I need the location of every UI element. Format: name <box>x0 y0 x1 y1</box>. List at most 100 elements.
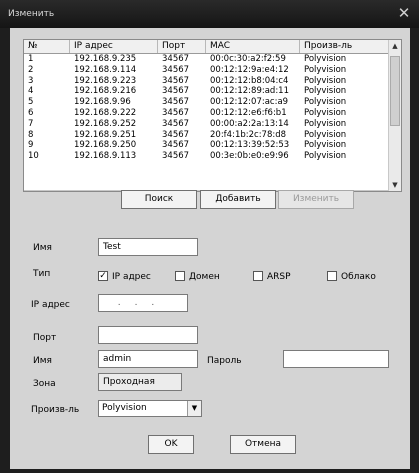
vertical-scrollbar[interactable]: ▲ ▼ <box>388 40 401 191</box>
table-row[interactable]: 1 192.168.9.235 34567 00:0c:30:a2:f2:59 Poly… <box>24 54 389 65</box>
zone-label: Зона <box>33 379 56 389</box>
chevron-down-icon[interactable]: ▼ <box>187 401 201 416</box>
table-cell: Polyvision <box>304 129 347 140</box>
port-field[interactable] <box>98 326 198 344</box>
table-cell: 34567 <box>162 86 190 97</box>
table-cell: Polyvision <box>304 140 347 151</box>
column-header-number[interactable]: № <box>24 40 70 53</box>
table-cell: 34567 <box>162 64 190 75</box>
table-cell: 34567 <box>162 97 190 108</box>
table-row[interactable]: 10 192.168.9.113 34567 00:3e:0b:e0:e9:96 Pol… <box>24 151 389 162</box>
column-header-vendor[interactable]: Произв-ль <box>300 40 389 53</box>
table-cell: 34567 <box>162 107 190 118</box>
table-row[interactable]: 2 192.168.9.114 34567 00:12:12:9a:e4:12 Poly… <box>24 65 389 76</box>
table-cell: 6 <box>28 107 34 118</box>
table-row[interactable]: 3 192.168.9.223 34567 00:12:12:b8:04:c4 Poly… <box>24 76 389 87</box>
add-button[interactable]: Добавить <box>200 190 276 209</box>
vendor-select-value: Polyvision <box>102 403 147 413</box>
window-title: Изменить <box>8 9 55 19</box>
table-cell: 10 <box>28 151 39 162</box>
zone-field[interactable]: Проходная <box>98 373 182 391</box>
vendor-label: Произв-ль <box>31 405 80 415</box>
ip-label: IP адрес <box>31 300 70 310</box>
type-arsp-label: ARSP <box>267 272 291 282</box>
type-domain-label: Домен <box>189 272 220 282</box>
edit-dialog: Изменить ✕ № IP адрес Порт MAC Произв-ль… <box>0 0 419 473</box>
list-rows: 1 192.168.9.235 34567 00:0c:30:a2:f2:59 Poly… <box>24 54 389 162</box>
table-cell: 192.168.9.250 <box>74 140 137 151</box>
table-cell: 34567 <box>162 151 190 162</box>
title-bar[interactable]: Изменить ✕ <box>0 0 419 28</box>
checkmark-icon: ✓ <box>98 271 108 281</box>
table-cell: 00:3e:0b:e0:e9:96 <box>210 151 289 162</box>
password-field[interactable] <box>283 350 389 368</box>
table-cell: 192.168.9.235 <box>74 54 137 64</box>
password-label: Пароль <box>207 356 242 366</box>
arrow-up-icon[interactable]: ▲ <box>389 40 401 52</box>
table-cell: 4 <box>28 86 34 97</box>
table-cell: Polyvision <box>304 118 347 129</box>
cancel-button[interactable]: Отмена <box>230 435 296 454</box>
table-cell: Polyvision <box>304 54 347 64</box>
table-cell: 5 <box>28 97 34 108</box>
table-cell: 00:12:13:39:52:53 <box>210 140 290 151</box>
edit-button[interactable]: Изменить <box>278 190 354 209</box>
table-cell: 00:00:a2:2a:13:14 <box>210 118 289 129</box>
username-field[interactable]: admin <box>98 350 198 368</box>
table-cell: Polyvision <box>304 64 347 75</box>
vendor-select[interactable]: Polyvision ▼ <box>98 400 202 417</box>
table-cell: 34567 <box>162 140 190 151</box>
table-cell: 192.168.9.216 <box>74 86 137 97</box>
table-row[interactable]: 4 192.168.9.216 34567 00:12:12:89:ad:11 Poly… <box>24 86 389 97</box>
arrow-down-icon[interactable]: ▼ <box>389 179 401 191</box>
ip-address-field[interactable]: ... <box>98 294 188 312</box>
type-label: Тип <box>33 269 51 279</box>
table-cell: 192.168.9.114 <box>74 64 137 75</box>
ok-button[interactable]: OK <box>148 435 194 454</box>
column-header-ip[interactable]: IP адрес <box>70 40 158 53</box>
table-cell: 20:f4:1b:2c:78:d8 <box>210 129 287 140</box>
table-cell: 192.168.9.222 <box>74 107 137 118</box>
checkbox-box <box>175 271 185 281</box>
name-label: Имя <box>33 243 52 253</box>
device-list[interactable]: № IP адрес Порт MAC Произв-ль 1 192.168.9… <box>23 39 402 192</box>
scrollbar-thumb[interactable] <box>390 56 400 126</box>
table-cell: Polyvision <box>304 97 347 108</box>
table-row[interactable]: 5 192.168.9.96 34567 00:12:12:07:ac:a9 Polyv… <box>24 97 389 108</box>
table-cell: 192.168.9.223 <box>74 75 137 86</box>
checkbox-box <box>253 271 263 281</box>
table-cell: 2 <box>28 64 34 75</box>
table-cell: 8 <box>28 129 34 140</box>
table-cell: 1 <box>28 54 34 64</box>
column-header-port[interactable]: Порт <box>158 40 206 53</box>
list-header: № IP адрес Порт MAC Произв-ль <box>24 40 389 54</box>
table-row[interactable]: 9 192.168.9.250 34567 00:12:13:39:52:53 Poly… <box>24 140 389 151</box>
username-label: Имя <box>33 356 52 366</box>
table-cell: 34567 <box>162 75 190 86</box>
table-cell: 00:12:12:89:ad:11 <box>210 86 290 97</box>
table-cell: 34567 <box>162 129 190 140</box>
table-cell: Polyvision <box>304 75 347 86</box>
table-cell: 00:0c:30:a2:f2:59 <box>210 54 286 64</box>
column-header-mac[interactable]: MAC <box>206 40 300 53</box>
table-row[interactable]: 7 192.168.9.252 34567 00:00:a2:2a:13:14 Poly… <box>24 119 389 130</box>
name-field[interactable]: Test <box>98 238 198 256</box>
table-cell: 34567 <box>162 54 190 64</box>
table-cell: 9 <box>28 140 34 151</box>
type-ip-label: IP адрес <box>112 272 151 282</box>
search-button[interactable]: Поиск <box>121 190 197 209</box>
table-cell: 192.168.9.251 <box>74 129 137 140</box>
table-row[interactable]: 8 192.168.9.251 34567 20:f4:1b:2c:78:d8 Poly… <box>24 130 389 141</box>
table-cell: 00:12:12:07:ac:a9 <box>210 97 289 108</box>
port-label: Порт <box>33 333 57 343</box>
table-cell: 34567 <box>162 118 190 129</box>
dialog-body: № IP адрес Порт MAC Произв-ль 1 192.168.9… <box>10 28 410 469</box>
close-icon[interactable]: ✕ <box>395 4 413 22</box>
table-cell: 192.168.9.96 <box>74 97 131 108</box>
table-cell: 00:12:12:b8:04:c4 <box>210 75 289 86</box>
type-cloud-label: Облако <box>341 272 376 282</box>
table-row[interactable]: 6 192.168.9.222 34567 00:12:12:e6:f6:b1 Poly… <box>24 108 389 119</box>
table-cell: 192.168.9.252 <box>74 118 137 129</box>
table-cell: 7 <box>28 118 34 129</box>
table-cell: 192.168.9.113 <box>74 151 137 162</box>
